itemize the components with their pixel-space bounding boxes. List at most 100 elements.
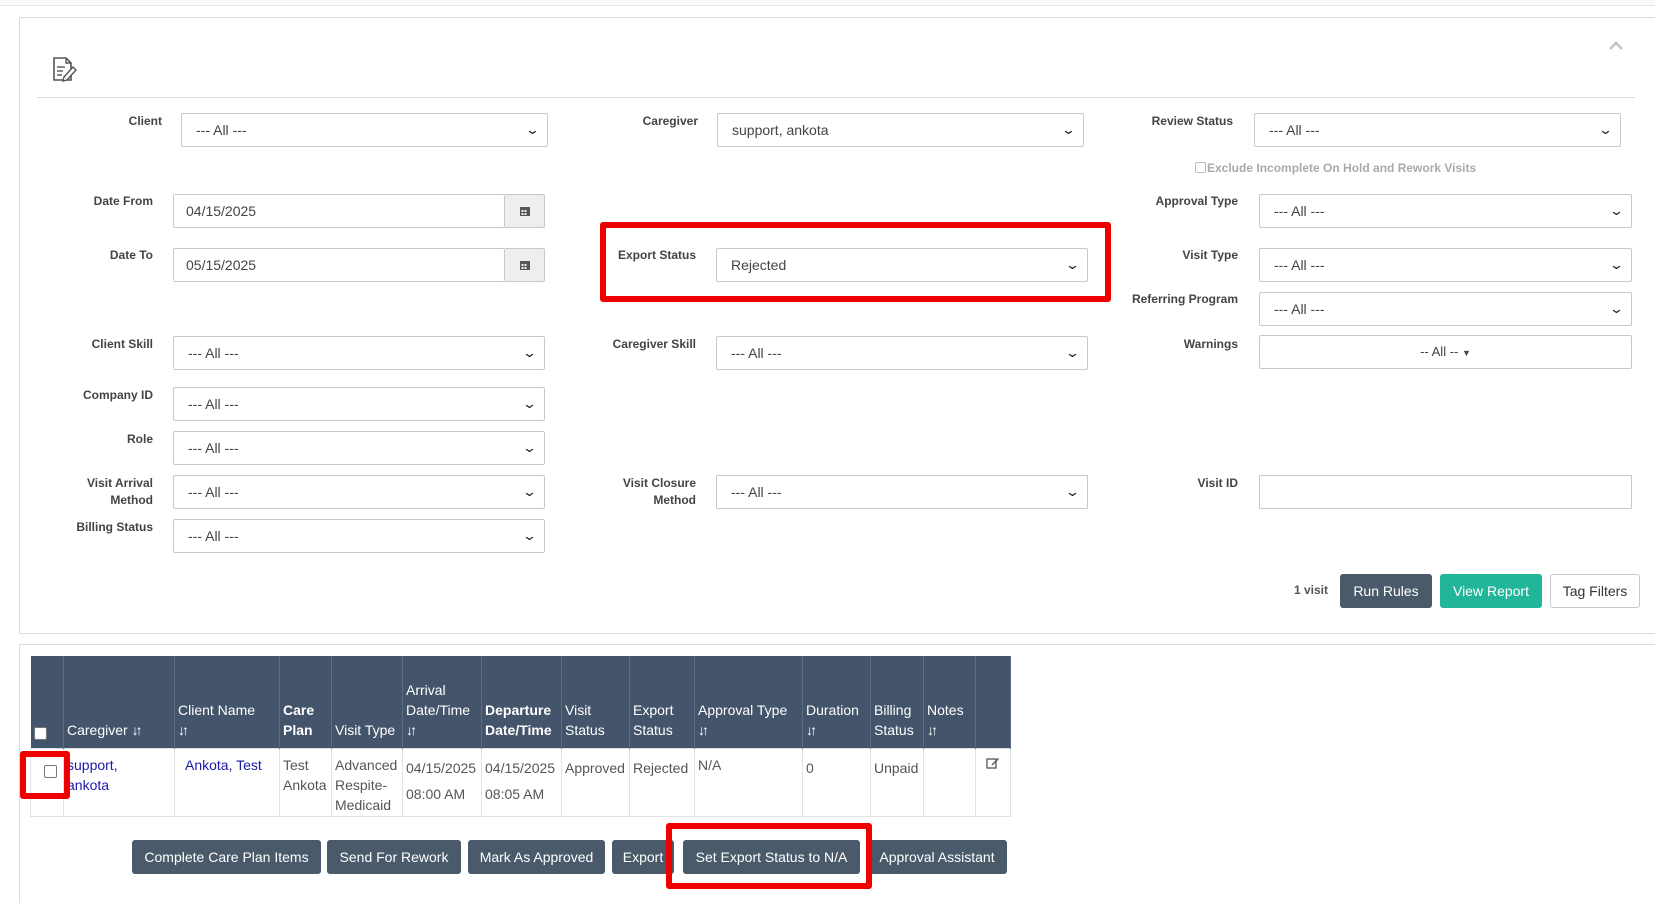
chevron-down-icon: ⌄ (521, 345, 538, 360)
tag-filters-button[interactable]: Tag Filters (1550, 574, 1640, 608)
client-name-link[interactable]: Ankota, Test (185, 757, 262, 773)
company-id-select-value: --- All --- (188, 396, 239, 412)
export-status-select[interactable]: Rejected ⌄ (716, 248, 1088, 282)
duration-header[interactable]: Duration ↓↑ (802, 656, 871, 748)
arrival-time: 08:00 AM (406, 785, 466, 802)
approval-type-select[interactable]: --- All --- ⌄ (1259, 194, 1632, 228)
sort-icon[interactable]: ↓↑ (406, 720, 417, 740)
notes-cell (923, 747, 976, 817)
top-border (0, 0, 1655, 6)
caregiver-link[interactable]: support, ankota (67, 757, 118, 793)
visit-id-input[interactable] (1259, 475, 1632, 509)
referring-program-select[interactable]: --- All --- ⌄ (1259, 292, 1632, 326)
client-skill-select[interactable]: --- All --- ⌄ (173, 336, 545, 370)
visit-type-cell: Advanced Respite- Medicaid (331, 747, 403, 817)
visit-type-line2: Respite- (335, 776, 388, 793)
divider (37, 97, 1635, 98)
approval-type-header[interactable]: Approval Type ↓↑ (694, 656, 803, 748)
care-plan-header-line1: Care (283, 701, 315, 718)
edit-note-icon[interactable] (986, 756, 1000, 770)
set-export-status-na-button[interactable]: Set Export Status to N/A (683, 840, 860, 874)
send-for-rework-button[interactable]: Send For Rework (327, 840, 461, 874)
billing-status-header: Billing Status (870, 656, 924, 748)
approval-assistant-button[interactable]: Approval Assistant (867, 840, 1007, 874)
sort-icon[interactable]: ↓↑ (806, 720, 817, 740)
collapse-chevron-icon[interactable] (1609, 38, 1623, 50)
billing-status-select[interactable]: --- All --- ⌄ (173, 519, 545, 553)
run-rules-button[interactable]: Run Rules (1340, 574, 1432, 608)
warnings-dropdown[interactable]: -- All -- ▼ (1259, 335, 1632, 369)
row-checkbox[interactable] (44, 764, 57, 778)
notes-header[interactable]: Notes ↓↑ (923, 656, 976, 748)
visit-arrival-method-select[interactable]: --- All --- ⌄ (173, 475, 545, 509)
sort-icon[interactable]: ↓↑ (132, 720, 143, 740)
visit-closure-method-label-line2: Method (653, 493, 696, 507)
mark-as-approved-button[interactable]: Mark As Approved (468, 840, 605, 874)
caregiver-select[interactable]: support, ankota ⌄ (717, 113, 1084, 147)
warnings-label: Warnings (1183, 337, 1238, 351)
care-plan-header: Care Plan (279, 656, 332, 748)
arrival-header-line2: Date/Time (406, 701, 471, 718)
visit-closure-method-select-value: --- All --- (731, 484, 782, 500)
departure-time: 08:05 AM (485, 785, 545, 802)
care-plan-line2: Ankota (283, 776, 327, 793)
complete-care-plan-items-button[interactable]: Complete Care Plan Items (132, 840, 321, 874)
visit-arrival-method-label-line1: Visit Arrival (86, 476, 153, 490)
select-all-checkbox[interactable] (33, 726, 47, 740)
edit-cell (975, 747, 1011, 817)
date-from-calendar-button[interactable] (505, 194, 545, 228)
departure-header: Departure Date/Time (481, 656, 562, 748)
visit-type-line1: Advanced (335, 756, 398, 773)
export-status-label: Export Status (617, 248, 696, 262)
select-all-header (30, 656, 64, 748)
review-status-label: Review Status (1151, 114, 1233, 128)
billing-status-label: Billing Status (76, 520, 153, 534)
sort-icon[interactable]: ↓↑ (698, 720, 709, 740)
client-select[interactable]: --- All --- ⌄ (181, 113, 548, 147)
chevron-down-icon: ⌄ (1064, 257, 1081, 272)
visit-type-label: Visit Type (1182, 248, 1238, 262)
export-button[interactable]: Export (612, 840, 674, 874)
table-row: support, ankota Ankota, Test Test Ankota … (30, 747, 1011, 817)
date-to-calendar-button[interactable] (505, 248, 545, 282)
approval-type-cell: N/A (694, 747, 803, 817)
referring-program-select-value: --- All --- (1274, 301, 1325, 317)
caregiver-header[interactable]: Caregiver ↓↑ (63, 656, 175, 748)
role-select[interactable]: --- All --- ⌄ (173, 431, 545, 465)
visit-type-select[interactable]: --- All --- ⌄ (1259, 248, 1632, 282)
sort-icon[interactable]: ↓↑ (178, 720, 189, 740)
role-label: Role (126, 432, 153, 446)
visit-closure-method-label: Visit Closure Method (596, 475, 696, 509)
date-to-input[interactable]: 05/15/2025 (173, 248, 505, 282)
chevron-down-icon: ⌄ (524, 122, 541, 137)
caregiver-skill-select[interactable]: --- All --- ⌄ (716, 336, 1088, 370)
view-report-button[interactable]: View Report (1440, 574, 1542, 608)
date-from-input[interactable]: 04/15/2025 (173, 194, 505, 228)
visit-closure-method-select[interactable]: --- All --- ⌄ (716, 475, 1088, 509)
sort-icon[interactable]: ↓↑ (927, 720, 938, 740)
visit-type-header-label: Visit Type (335, 721, 396, 738)
review-status-select-value: --- All --- (1269, 122, 1320, 138)
referring-program-label: Referring Program (1131, 292, 1238, 306)
review-status-select[interactable]: --- All --- ⌄ (1254, 113, 1621, 147)
visit-type-select-value: --- All --- (1274, 257, 1325, 273)
care-plan-line1: Test (283, 756, 309, 773)
arrival-header[interactable]: Arrival Date/Time ↓↑ (402, 656, 482, 748)
duration-cell: 0 (802, 747, 871, 817)
chevron-down-icon: ⌄ (1060, 122, 1077, 137)
export-status-header-line2: Status (633, 721, 673, 738)
exclude-incomplete-checkbox[interactable] (1195, 162, 1206, 173)
chevron-down-icon: ⌄ (1608, 203, 1625, 218)
client-name-header[interactable]: Client Name ↓↑ (174, 656, 280, 748)
calendar-icon (519, 261, 530, 270)
duration-header-label: Duration (806, 701, 859, 718)
caret-down-icon: ▼ (1461, 348, 1471, 358)
chevron-down-icon: ⌄ (521, 528, 538, 543)
approval-type-header-label: Approval Type (698, 701, 788, 718)
arrival-date: 04/15/2025 (406, 759, 477, 776)
visit-status-header-line1: Visit (565, 701, 592, 718)
billing-status-header-line1: Billing (874, 701, 912, 718)
chevron-down-icon: ⌄ (521, 440, 538, 455)
client-label: Client (128, 114, 162, 128)
company-id-select[interactable]: --- All --- ⌄ (173, 387, 545, 421)
